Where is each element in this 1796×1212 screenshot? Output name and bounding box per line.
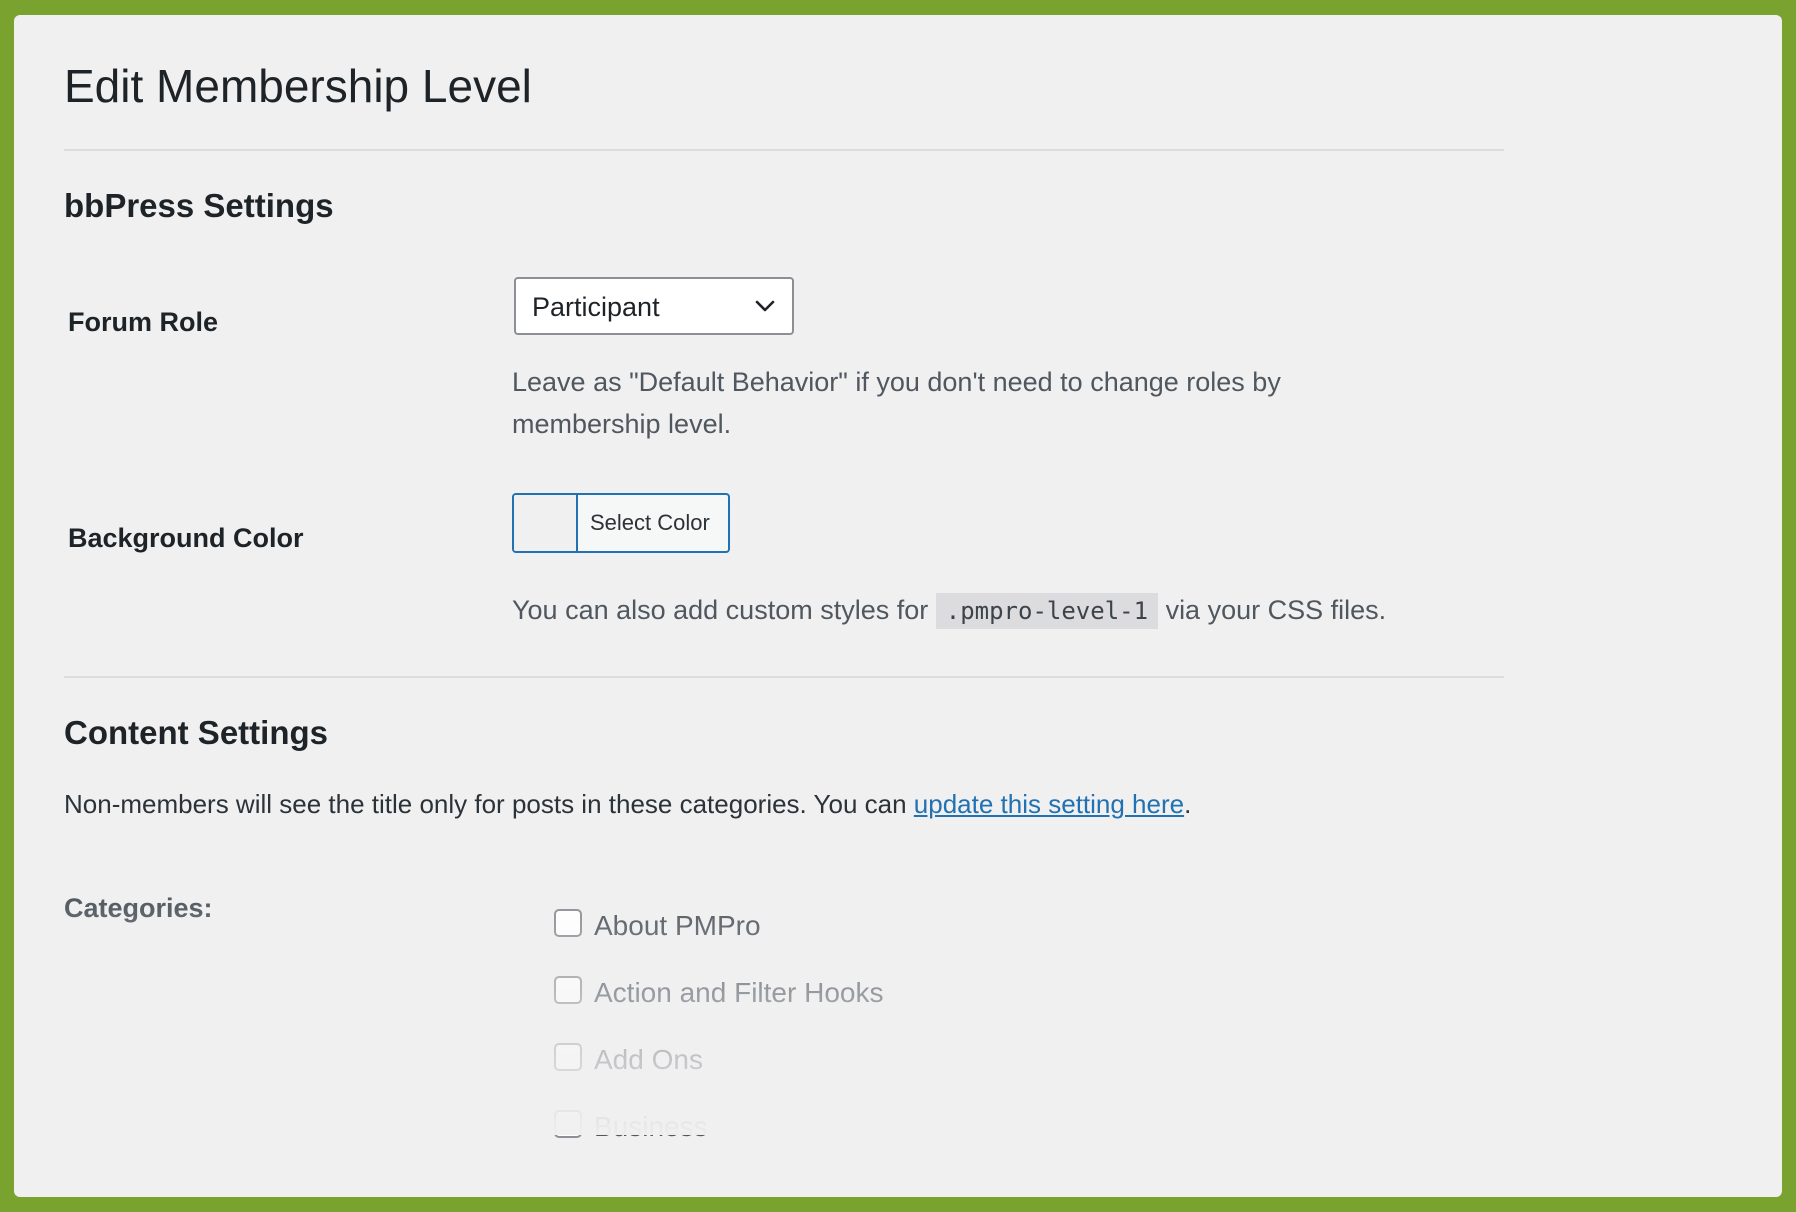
- category-checkbox[interactable]: [554, 976, 582, 1004]
- bbpress-section-title: bbPress Settings: [64, 187, 334, 224]
- forum-role-description: Leave as "Default Behavior" if you don't…: [512, 361, 1281, 445]
- content-intro: Non-members will see the title only for …: [64, 789, 1191, 820]
- category-label: Add Ons: [594, 1044, 703, 1075]
- content-section-title: Content Settings: [64, 714, 328, 751]
- divider-top: [64, 149, 1504, 151]
- category-checkbox[interactable]: [554, 1110, 582, 1138]
- forum-role-label: Forum Role: [68, 307, 219, 337]
- category-checkbox[interactable]: [554, 909, 582, 937]
- select-color-button[interactable]: Select Color: [512, 493, 730, 553]
- forum-role-selected-value: Participant: [532, 292, 660, 322]
- category-label: About PMPro: [594, 910, 761, 941]
- category-checkbox[interactable]: [554, 1043, 582, 1071]
- select-color-label: Select Color: [590, 510, 710, 535]
- bg-desc-suffix: via your CSS files.: [1165, 595, 1387, 625]
- chevron-down-icon: [755, 300, 775, 312]
- page-title: Edit Membership Level: [64, 60, 532, 112]
- content-intro-suffix: .: [1184, 789, 1192, 819]
- forum-role-description-line-2: membership level.: [512, 409, 732, 439]
- category-label: Action and Filter Hooks: [594, 977, 884, 1008]
- forum-role-description-line-1: Leave as "Default Behavior" if you don't…: [512, 367, 1281, 397]
- categories-label: Categories:: [64, 893, 213, 923]
- divider-middle: [64, 676, 1504, 678]
- forum-role-select[interactable]: Participant: [514, 277, 794, 335]
- level-css-class-code: .pmpro-level-1: [935, 593, 1159, 629]
- settings-panel: Edit Membership Level bbPress Settings F…: [14, 15, 1782, 1197]
- scroll-fade-overlay: [14, 895, 1782, 1135]
- background-color-description: You can also add custom styles for .pmpr…: [512, 589, 1386, 632]
- bg-desc-prefix: You can also add custom styles for: [512, 595, 929, 625]
- category-label: Business: [594, 1111, 708, 1142]
- content-intro-prefix: Non-members will see the title only for …: [64, 789, 907, 819]
- update-setting-link[interactable]: update this setting here: [914, 789, 1184, 819]
- color-swatch: [514, 495, 578, 551]
- background-color-label: Background Color: [68, 523, 304, 553]
